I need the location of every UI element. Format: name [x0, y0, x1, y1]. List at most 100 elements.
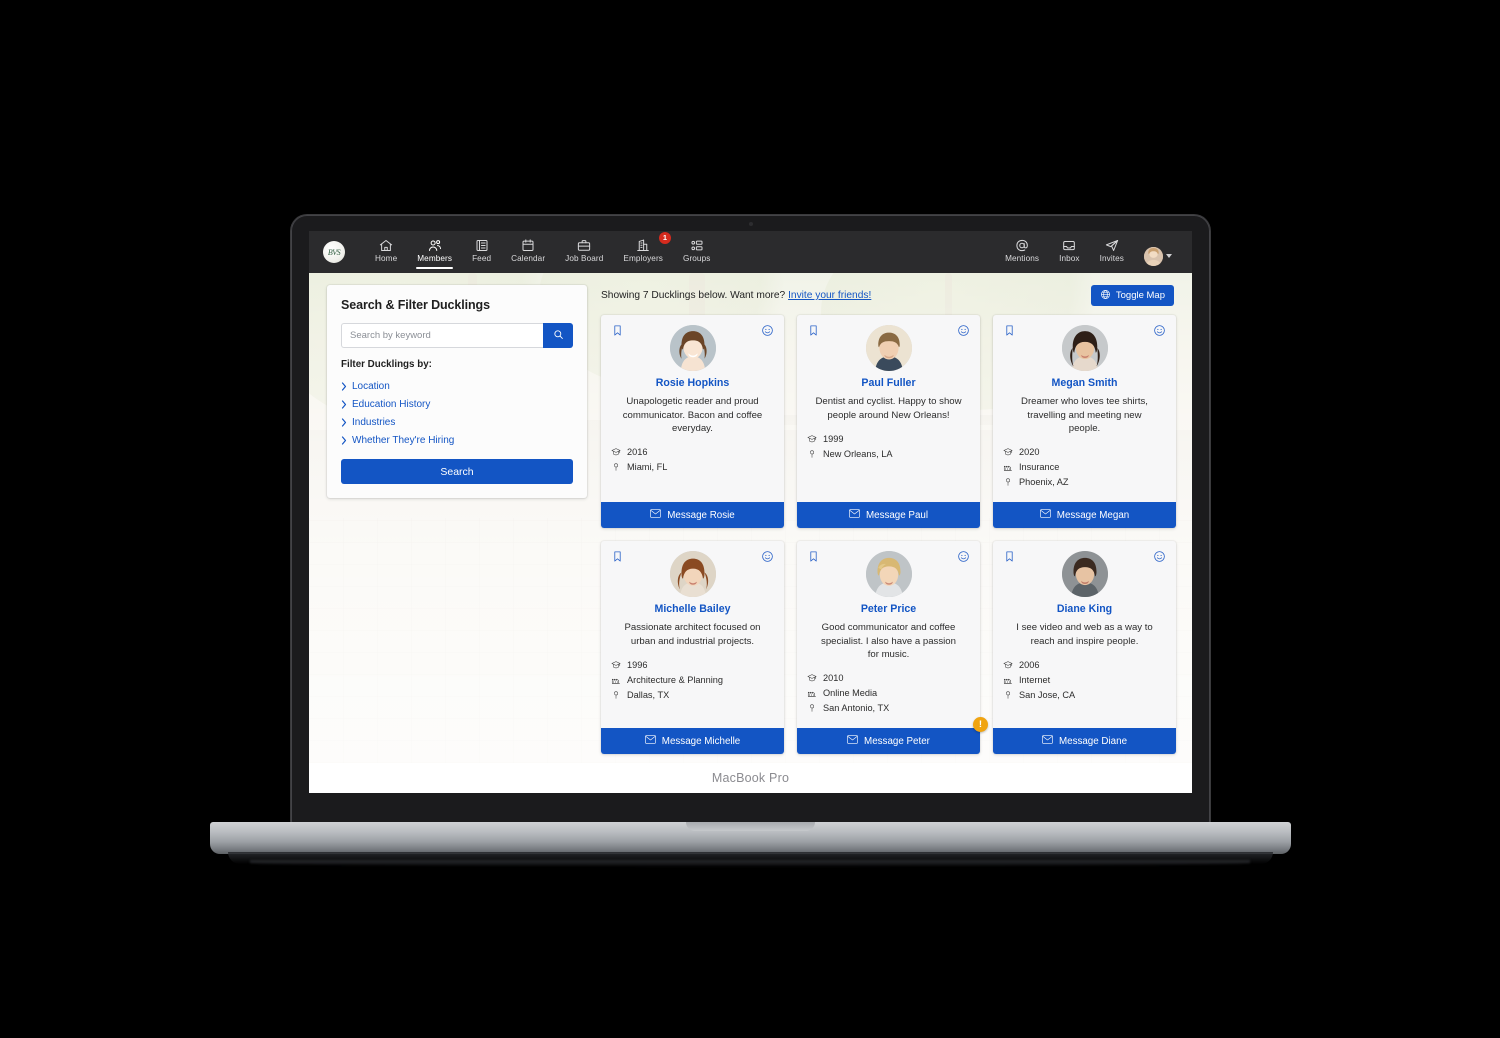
- message-member-button[interactable]: Message Megan: [993, 502, 1176, 528]
- smiley-icon[interactable]: [761, 324, 774, 337]
- filter-option-label: Whether They're Hiring: [352, 434, 455, 446]
- member-name[interactable]: Paul Fuller: [807, 377, 970, 389]
- bookmark-icon[interactable]: [807, 550, 820, 563]
- bookmark-icon[interactable]: [611, 550, 624, 563]
- message-member-button[interactable]: Message Michelle: [601, 728, 784, 754]
- nav-label-groups: Groups: [682, 254, 711, 264]
- nav-item-home[interactable]: Home: [365, 235, 407, 268]
- filters-heading: Filter Ducklings by:: [341, 359, 432, 370]
- member-bio: Unapologetic reader and proud communicat…: [622, 396, 763, 435]
- search-button[interactable]: Search: [341, 459, 573, 484]
- nav-item-mentions[interactable]: Mentions: [995, 235, 1049, 268]
- chevron-right-icon: [341, 399, 347, 409]
- member-name[interactable]: Rosie Hopkins: [611, 377, 774, 389]
- member-card[interactable]: Peter Price Good communicator and coffee…: [797, 541, 988, 754]
- meta-row-graduation-year: 1996: [611, 657, 774, 672]
- brand-logo[interactable]: BVS: [323, 241, 345, 263]
- laptop-base: [210, 822, 1291, 854]
- keyword-search-row: [341, 323, 573, 348]
- member-meta-list: 2006 Internet San Jose, CA: [993, 657, 1176, 728]
- meta-row-industry: Architecture & Planning: [611, 672, 774, 687]
- smiley-icon[interactable]: [1153, 324, 1166, 337]
- member-name[interactable]: Michelle Bailey: [611, 603, 774, 615]
- message-member-button[interactable]: Message Diane: [993, 728, 1176, 754]
- smiley-icon[interactable]: [1153, 550, 1166, 563]
- account-menu[interactable]: [1134, 246, 1178, 269]
- meta-row-industry: Insurance: [1003, 460, 1166, 475]
- member-name[interactable]: Peter Price: [807, 603, 970, 615]
- nav-item-employers[interactable]: 1 Employers: [613, 232, 673, 268]
- message-member-button[interactable]: Message Paul: [797, 502, 980, 528]
- bookmark-icon[interactable]: [807, 324, 820, 337]
- filter-option-label: Industries: [352, 416, 396, 428]
- meta-row-graduation-year: 1999: [807, 431, 970, 446]
- alert-badge[interactable]: !: [973, 717, 988, 732]
- nav-item-calendar[interactable]: Calendar: [501, 235, 555, 268]
- meta-text: 2010: [823, 673, 844, 684]
- nav-label-members: Members: [417, 254, 453, 264]
- meta-row-industry: Internet: [1003, 672, 1166, 687]
- chevron-down-icon: [1166, 254, 1172, 259]
- member-bio: Dreamer who loves tee shirts, travelling…: [1021, 396, 1148, 435]
- filter-option-hiring[interactable]: Whether They're Hiring: [341, 431, 573, 449]
- member-name[interactable]: Diane King: [1003, 603, 1166, 615]
- filter-option-industries[interactable]: Industries: [341, 413, 573, 431]
- meta-text: Insurance: [1019, 462, 1060, 473]
- toggle-map-button[interactable]: Toggle Map: [1090, 285, 1174, 306]
- nav-item-invites[interactable]: Invites: [1090, 235, 1134, 268]
- member-meta-list: 2010 Online Media San Antonio, TX: [797, 671, 980, 728]
- laptop-screen: BVS Home Members Feed Calendar Job Board…: [309, 231, 1192, 793]
- toggle-map-label: Toggle Map: [1115, 290, 1165, 301]
- member-card[interactable]: Michelle Bailey Passionate architect foc…: [601, 541, 784, 754]
- graduation-cap-icon: [611, 660, 621, 670]
- meta-row-industry: Online Media: [807, 686, 970, 701]
- envelope-icon: [849, 509, 860, 521]
- search-submit-icon-button[interactable]: [543, 323, 573, 348]
- location-pin-icon: [1003, 477, 1013, 487]
- invite-friends-link[interactable]: Invite your friends!: [788, 290, 871, 301]
- meta-text: Internet: [1019, 674, 1051, 685]
- nav-item-groups[interactable]: Groups: [673, 235, 720, 268]
- message-button-label: Message Megan: [1056, 509, 1130, 521]
- message-button-label: Message Paul: [865, 509, 929, 521]
- smiley-icon[interactable]: [761, 550, 774, 563]
- member-card[interactable]: Rosie Hopkins Unapologetic reader and pr…: [601, 315, 784, 528]
- member-bio: Good communicator and coffee specialist.…: [821, 622, 956, 661]
- search-icon: [553, 328, 564, 343]
- member-card[interactable]: Diane King I see video and web as a way …: [993, 541, 1176, 754]
- bookmark-icon[interactable]: [1003, 550, 1016, 563]
- message-member-button[interactable]: Message Peter: [797, 728, 980, 754]
- smiley-icon[interactable]: [957, 550, 970, 563]
- member-meta-list: 1996 Architecture & Planning Dallas, TX: [601, 657, 784, 728]
- search-input[interactable]: [341, 323, 543, 348]
- filter-option-education-history[interactable]: Education History: [341, 395, 573, 413]
- member-card[interactable]: Paul Fuller Dentist and cyclist. Happy t…: [797, 315, 980, 528]
- nav-label-home: Home: [375, 254, 398, 264]
- nav-label-job-board: Job Board: [565, 254, 604, 264]
- filter-option-label: Education History: [352, 398, 431, 410]
- calendar-icon: [520, 238, 536, 253]
- nav-item-feed[interactable]: Feed: [462, 235, 501, 268]
- nav-item-inbox[interactable]: Inbox: [1049, 235, 1090, 268]
- results-header: Showing 7 Ducklings below. Want more? In…: [601, 285, 1176, 306]
- meta-text: 2020: [1019, 447, 1040, 458]
- webcam-icon: [748, 222, 753, 226]
- smiley-icon[interactable]: [957, 324, 970, 337]
- bookmark-icon[interactable]: [1003, 324, 1016, 337]
- filter-panel-title: Search & Filter Ducklings: [341, 298, 490, 312]
- location-pin-icon: [807, 703, 817, 713]
- member-card[interactable]: Megan Smith Dreamer who loves tee shirts…: [993, 315, 1176, 528]
- meta-row-location: San Jose, CA: [1003, 687, 1166, 702]
- nav-item-members[interactable]: Members: [407, 235, 462, 269]
- filter-option-location[interactable]: Location: [341, 377, 573, 395]
- groups-icon: [689, 238, 705, 253]
- member-name[interactable]: Megan Smith: [1003, 377, 1166, 389]
- envelope-icon: [1039, 509, 1051, 521]
- member-bio: Dentist and cyclist. Happy to show peopl…: [815, 396, 962, 421]
- message-member-button[interactable]: Message Rosie: [601, 502, 784, 528]
- meta-text: San Antonio, TX: [823, 703, 890, 714]
- envelope-icon: [847, 735, 858, 747]
- nav-item-job-board[interactable]: Job Board: [555, 235, 613, 268]
- bookmark-icon[interactable]: [611, 324, 624, 337]
- industry-icon: [807, 688, 817, 698]
